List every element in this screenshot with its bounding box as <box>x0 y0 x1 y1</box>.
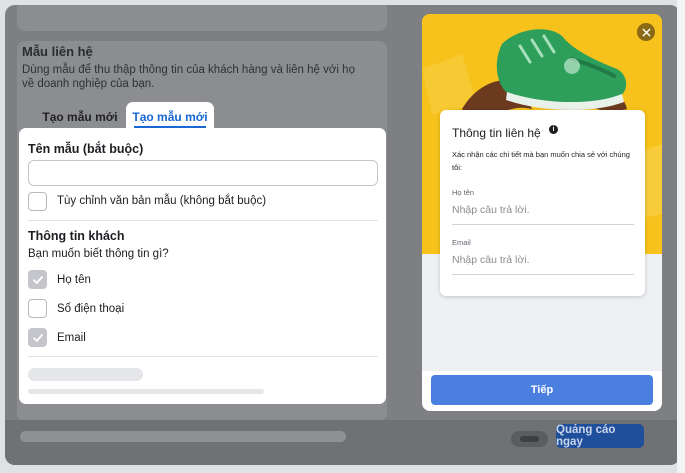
page-scrollbar[interactable] <box>677 0 685 473</box>
preview-field-underline <box>452 274 634 275</box>
tab-create-form-active[interactable]: Tạo mẫu mới <box>126 102 214 131</box>
checkmark-icon <box>32 275 43 284</box>
lead-form-preview: Thông tin liên hệ i Xác nhận các chi tiế… <box>422 14 662 411</box>
advertise-now-button[interactable]: Quảng cáo ngay <box>556 424 644 448</box>
divider <box>28 220 378 221</box>
close-button[interactable] <box>637 23 655 41</box>
divider <box>28 356 378 357</box>
custom-text-checkbox[interactable] <box>28 192 47 211</box>
field-email-label: Email <box>57 332 86 344</box>
info-icon[interactable]: i <box>549 125 558 134</box>
field-email-checkbox[interactable] <box>28 328 47 347</box>
field-name-checkbox[interactable] <box>28 270 47 289</box>
customer-info-question: Bạn muốn biết thông tin gì? <box>28 248 169 260</box>
form-name-label: Tên mẫu (bắt buộc) <box>28 142 144 156</box>
field-phone-label: Số điện thoại <box>57 303 125 315</box>
field-phone-checkbox[interactable] <box>28 299 47 318</box>
background-section-desc: Dùng mẫu để thu thập thông tin của khách… <box>22 64 355 90</box>
checkmark-icon <box>32 333 43 342</box>
preview-field-input[interactable]: Nhập câu trả lời. <box>452 254 530 266</box>
tab-create-form-inactive[interactable]: Tạo mẫu mới <box>35 102 125 131</box>
background-section-title: Mẫu liên hệ <box>22 44 93 59</box>
contact-info-desc: Xác nhận các chi tiết mà bạn muốn chia s… <box>452 150 630 172</box>
preview-field-underline <box>452 224 634 225</box>
next-button[interactable]: Tiếp <box>431 375 653 405</box>
contact-info-title: Thông tin liên hệ <box>452 126 541 140</box>
loading-skeleton <box>28 368 143 381</box>
close-icon <box>642 28 650 36</box>
preview-field-input[interactable]: Nhập câu trả lời. <box>452 204 530 216</box>
form-panel: Tên mẫu (bắt buộc) Tùy chỉnh văn bản mẫu… <box>19 128 386 404</box>
background-card-top <box>17 5 387 31</box>
field-name-label: Họ tên <box>57 274 91 286</box>
contact-info-card: Thông tin liên hệ i Xác nhận các chi tiế… <box>440 110 645 296</box>
custom-text-label: Tùy chỉnh văn bản mẫu (không bắt buộc) <box>57 195 267 207</box>
form-name-input[interactable] <box>28 160 378 186</box>
preview-field-label: Email <box>452 238 471 247</box>
background-toggle[interactable] <box>511 431 548 447</box>
loading-skeleton <box>28 389 264 394</box>
background-progress-pill <box>20 431 346 442</box>
customer-info-title: Thông tin khách <box>28 229 125 243</box>
preview-field-label: Họ tên <box>452 188 475 197</box>
